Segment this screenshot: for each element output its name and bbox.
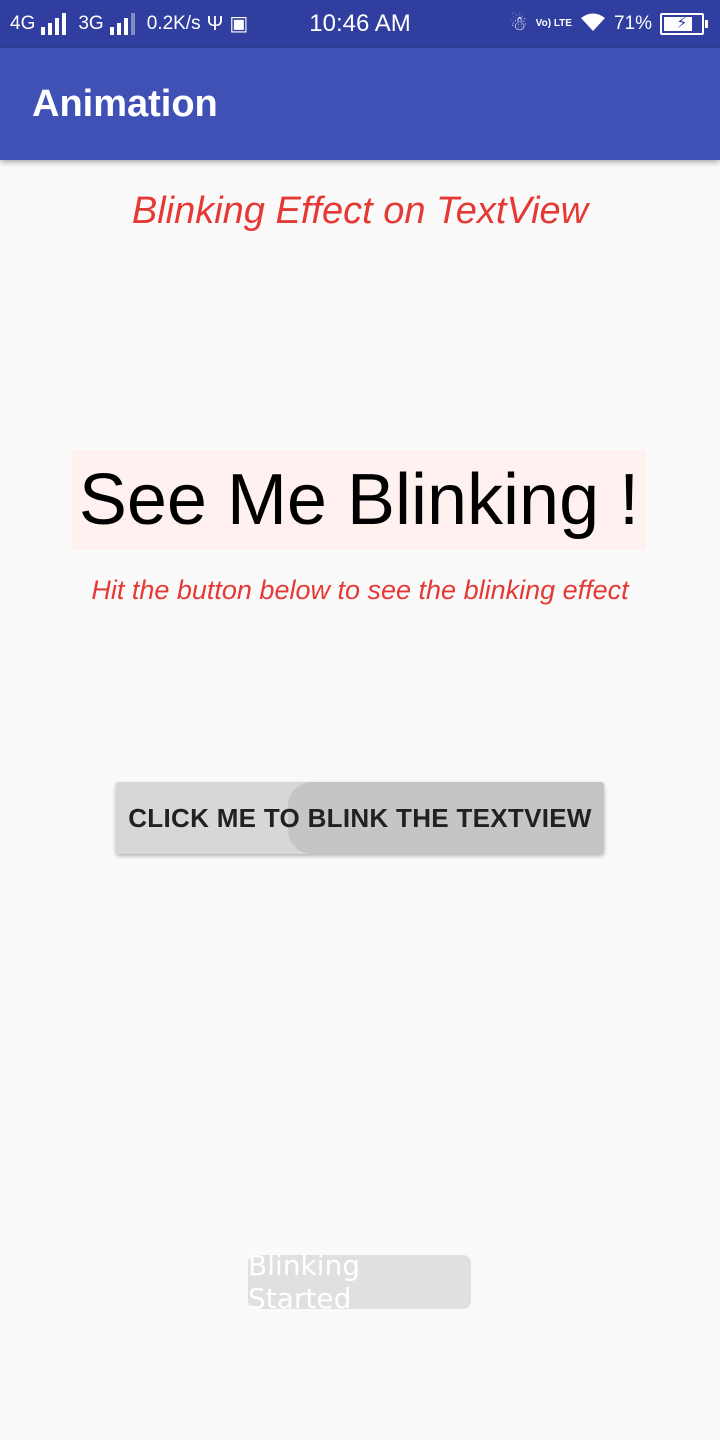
hint-text: Hit the button below to see the blinking… bbox=[91, 575, 629, 605]
wifi-icon bbox=[580, 12, 606, 36]
blinking-text: See Me Blinking ! bbox=[78, 460, 640, 540]
status-right: ☃ Vo) LTE 71% ⚡ bbox=[510, 0, 708, 48]
blink-button[interactable]: CLICK ME TO BLINK THE TEXTVIEW bbox=[116, 782, 604, 854]
app-bar: Animation bbox=[0, 48, 720, 160]
app-title: Animation bbox=[32, 82, 218, 125]
blink-button-label: CLICK ME TO BLINK THE TEXTVIEW bbox=[128, 803, 592, 833]
toast-message: Blinking Started bbox=[248, 1249, 471, 1315]
battery-icon: ⚡ bbox=[660, 13, 708, 35]
page-heading: Blinking Effect on TextView bbox=[131, 190, 589, 232]
volte-icon: Vo) LTE bbox=[535, 18, 572, 29]
status-bar: 4G 3G 0.2K/s Ψ ▣ 10:46 AM ☃ Vo) LTE 71% … bbox=[0, 0, 720, 48]
battery-percent: 71% bbox=[613, 13, 652, 34]
alarm-off-icon: ☃ bbox=[509, 13, 528, 35]
blinking-textview: See Me Blinking ! bbox=[72, 450, 646, 550]
